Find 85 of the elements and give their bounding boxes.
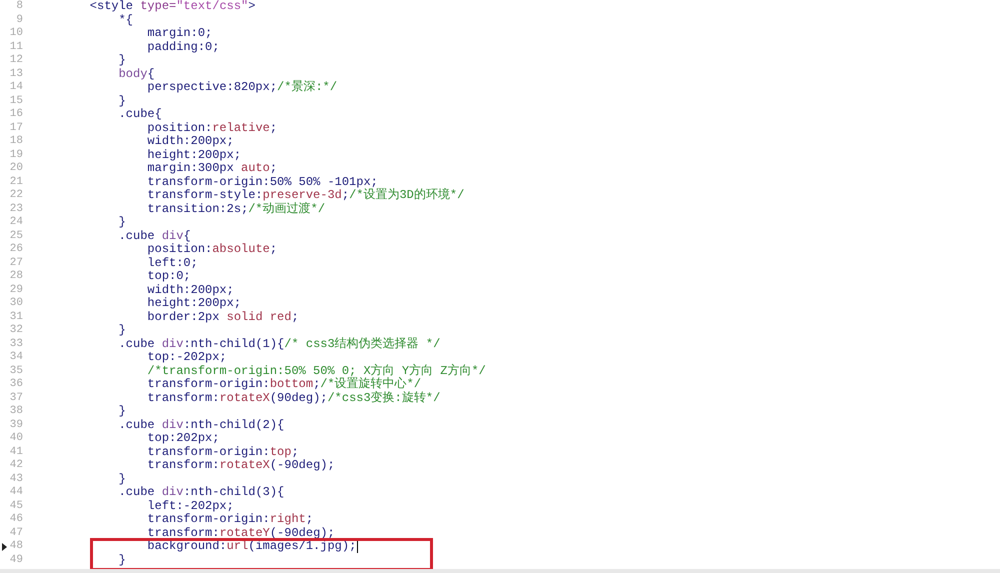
line-number: 33 bbox=[10, 338, 23, 351]
code-line: top:202px; bbox=[146, 432, 220, 446]
line-number: 28 bbox=[10, 270, 23, 284]
code-line: padding:0; bbox=[146, 40, 220, 54]
code-line: .cube{ bbox=[118, 108, 162, 122]
code-line: position:relative; bbox=[146, 122, 278, 135]
code-line: .cube div:nth-child(3){ bbox=[118, 486, 284, 500]
line-number: 31 bbox=[10, 310, 23, 324]
line-number: 10 bbox=[10, 27, 23, 40]
code-line: perspective:820px;/*景深:*/ bbox=[146, 81, 338, 94]
line-number: 40 bbox=[10, 432, 23, 446]
code-line: } bbox=[118, 216, 126, 230]
code-line: background:url(images/1.jpg); bbox=[146, 540, 356, 554]
line-number: 47 bbox=[10, 526, 23, 540]
code-line: width:200px; bbox=[146, 284, 234, 297]
code-line: } bbox=[118, 54, 126, 68]
code-line: width:200px; bbox=[146, 135, 234, 148]
line-number: 49 bbox=[10, 554, 23, 567]
line-number: 8 bbox=[16, 0, 23, 14]
code-line: left:-202px; bbox=[146, 500, 234, 513]
code-line: left:0; bbox=[146, 256, 198, 270]
line-number: 43 bbox=[10, 472, 23, 486]
code-line: body{ bbox=[118, 68, 155, 81]
line-number: 37 bbox=[10, 392, 23, 405]
line-number: 23 bbox=[10, 202, 23, 216]
code-line: margin:300px auto; bbox=[146, 162, 278, 176]
code-line: height:200px; bbox=[146, 297, 242, 310]
line-number: 17 bbox=[10, 122, 23, 135]
line-number: 15 bbox=[10, 94, 23, 108]
code-line: height:200px; bbox=[146, 148, 242, 162]
line-number: 13 bbox=[10, 68, 23, 81]
code-line: border:2px solid red; bbox=[146, 310, 299, 324]
line-number: 45 bbox=[10, 500, 23, 513]
code-line: } bbox=[118, 472, 126, 486]
code-line: .cube div:nth-child(2){ bbox=[118, 418, 284, 432]
line-number: 36 bbox=[10, 378, 23, 392]
line-number: 16 bbox=[10, 108, 23, 122]
line-number: 46 bbox=[10, 513, 23, 526]
line-number: 12 bbox=[10, 54, 23, 68]
line-number: 11 bbox=[10, 40, 23, 54]
code-line: } bbox=[118, 554, 126, 567]
code-line: } bbox=[118, 324, 126, 338]
code-line: transform-origin:top; bbox=[146, 446, 299, 459]
code-line: position:absolute; bbox=[146, 243, 278, 256]
line-number: 19 bbox=[10, 148, 23, 162]
line-number: 20 bbox=[10, 162, 23, 176]
line-number: 39 bbox=[10, 418, 23, 432]
line-number: 48 bbox=[10, 540, 23, 554]
line-number: 29 bbox=[10, 284, 23, 297]
code-line: .cube div:nth-child(1){/* css3结构伪类选择器 */ bbox=[118, 338, 440, 351]
line-number: 25 bbox=[10, 230, 23, 243]
code-line: transform:rotateX(-90deg); bbox=[146, 459, 335, 472]
code-line: top:-202px; bbox=[146, 351, 227, 364]
code-line: transform:rotateY(-90deg); bbox=[146, 526, 335, 540]
code-line: } bbox=[118, 94, 126, 108]
line-number: 38 bbox=[10, 405, 23, 418]
code-line: transform-origin:bottom;/*设置旋转中心*/ bbox=[146, 378, 422, 391]
line-number: 32 bbox=[10, 324, 23, 338]
line-number: 34 bbox=[10, 351, 23, 364]
line-number: 18 bbox=[10, 135, 23, 148]
line-number: 42 bbox=[10, 459, 23, 472]
line-number: 24 bbox=[10, 216, 23, 230]
line-number: 22 bbox=[10, 189, 23, 202]
horizontal-scrollbar[interactable] bbox=[0, 569, 1000, 573]
line-number: 27 bbox=[10, 256, 23, 270]
line-number: 44 bbox=[10, 486, 23, 500]
code-line: .cube div{ bbox=[118, 230, 191, 243]
code-line: } bbox=[118, 405, 126, 418]
code-line: transform-origin:right; bbox=[146, 513, 314, 526]
line-number: 9 bbox=[16, 14, 23, 27]
code-line: <style type="text/css"> bbox=[88, 0, 256, 14]
code-line: top:0; bbox=[146, 270, 191, 284]
code-line: transform:rotateX(90deg);/*css3变换:旋转*/ bbox=[146, 392, 440, 405]
code-line: /*transform-origin:50% 50% 0; X方向 Y方向 Z方向*/ bbox=[146, 364, 486, 378]
line-number: 30 bbox=[10, 297, 23, 310]
line-number: 14 bbox=[10, 81, 23, 94]
line-number: 26 bbox=[10, 243, 23, 256]
code-line: transform-origin:50% 50% -101px; bbox=[146, 176, 378, 188]
code-line: transition:2s;/*动画过渡*/ bbox=[146, 202, 326, 216]
code-line: *{ bbox=[118, 14, 134, 27]
code-line: margin:0; bbox=[146, 27, 212, 40]
code-line: transform-style:preserve-3d;/*设置为3D的环境*/ bbox=[146, 189, 464, 202]
line-number: 35 bbox=[10, 364, 23, 378]
line-number: 21 bbox=[10, 176, 23, 189]
line-number: 41 bbox=[10, 446, 23, 459]
